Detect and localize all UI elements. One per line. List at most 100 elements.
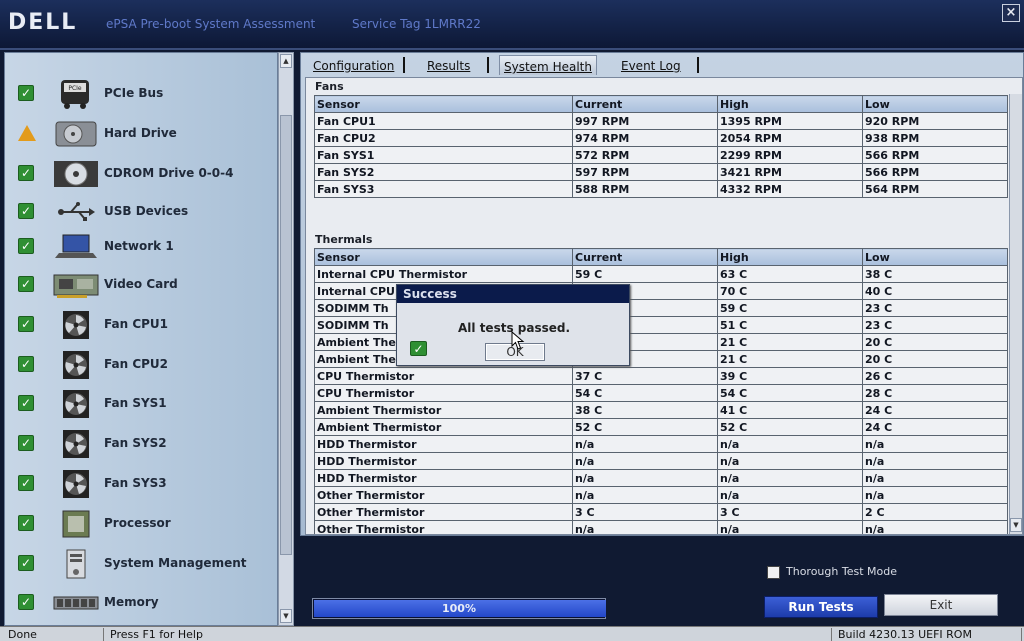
mouse-cursor-icon <box>511 331 525 350</box>
video-card-icon <box>53 269 99 301</box>
sidebar-item-system-management[interactable]: ✓ System Management <box>5 545 277 583</box>
table-cell: 63 C <box>717 265 863 283</box>
column-header[interactable]: High <box>717 248 863 266</box>
column-header[interactable]: Low <box>862 248 1008 266</box>
sidebar-item-label: Hard Drive <box>104 126 177 140</box>
table-cell: CPU Thermistor <box>314 384 573 402</box>
pass-check-icon: ✓ <box>18 515 34 531</box>
sidebar-item-label: Fan SYS3 <box>104 476 167 490</box>
table-row: CPU Thermistor 37 C 39 C 26 C <box>314 367 1008 385</box>
column-header[interactable]: Current <box>572 248 718 266</box>
close-button[interactable]: × <box>1002 4 1020 22</box>
table-cell: Internal CPU Thermistor <box>314 265 573 283</box>
scroll-up-arrow-icon[interactable]: ▲ <box>280 54 292 68</box>
sidebar-item-memory[interactable]: ✓ Memory <box>5 584 277 622</box>
table-cell: 3 C <box>717 503 863 521</box>
pass-check-icon: ✓ <box>18 238 34 254</box>
sidebar-item-processor[interactable]: ✓ Processor <box>5 505 277 543</box>
table-cell: CPU Thermistor <box>314 367 573 385</box>
column-header[interactable]: Current <box>572 95 718 113</box>
sidebar-item-label: Fan SYS2 <box>104 436 167 450</box>
fans-section-title: Fans <box>315 80 344 93</box>
table-cell: n/a <box>572 520 718 534</box>
sidebar-item-label: Fan CPU2 <box>104 357 169 371</box>
table-cell: 54 C <box>717 384 863 402</box>
table-cell: n/a <box>572 452 718 470</box>
sidebar-item-fan-sys2[interactable]: ✓ Fan SYS2 <box>5 425 277 463</box>
table-cell: Ambient Thermistor <box>314 418 573 436</box>
column-header[interactable]: Sensor <box>314 95 573 113</box>
sidebar-item-usb-devices[interactable]: ✓ USB Devices <box>5 193 277 231</box>
tab-event-log[interactable]: Event Log <box>617 55 685 75</box>
sidebar-item-fan-cpu2[interactable]: ✓ Fan CPU2 <box>5 346 277 384</box>
pass-check-icon: ✓ <box>18 276 34 292</box>
table-cell: 59 C <box>717 299 863 317</box>
tab-configuration[interactable]: Configuration <box>309 55 398 75</box>
table-cell: 3421 RPM <box>717 163 863 181</box>
hard-drive-icon <box>53 118 99 150</box>
epsa-window: DELL ePSA Pre-boot System Assessment Ser… <box>0 0 1024 641</box>
success-dialog: Success All tests passed. ✓ OK <box>396 284 630 366</box>
column-header[interactable]: High <box>717 95 863 113</box>
sidebar-item-fan-sys3[interactable]: ✓ Fan SYS3 <box>5 465 277 503</box>
table-row: Fan CPU1 997 RPM 1395 RPM 920 RPM <box>314 112 1008 130</box>
table-cell: n/a <box>862 520 1008 534</box>
table-cell: 41 C <box>717 401 863 419</box>
build-info: Build 4230.13 UEFI ROM <box>834 628 1022 641</box>
table-cell: HDD Thermistor <box>314 469 573 487</box>
table-row: Fan CPU2 974 RPM 2054 RPM 938 RPM <box>314 129 1008 147</box>
sidebar-item-label: Fan SYS1 <box>104 396 167 410</box>
content-scrollbar[interactable]: ▼ <box>1009 94 1022 534</box>
table-cell: n/a <box>862 469 1008 487</box>
column-header[interactable]: Sensor <box>314 248 573 266</box>
table-cell: 21 C <box>717 333 863 351</box>
sidebar-item-cdrom-drive-0-0-4[interactable]: ✓ CDROM Drive 0-0-4 <box>5 155 277 193</box>
sidebar-item-hard-drive[interactable]: Hard Drive <box>5 115 277 153</box>
sidebar-item-label: PCIe Bus <box>104 86 164 100</box>
exit-button[interactable]: Exit <box>884 594 998 616</box>
table-cell: 28 C <box>862 384 1008 402</box>
table-cell: 59 C <box>572 265 718 283</box>
memory-module-icon <box>53 587 99 619</box>
device-list[interactable]: ✓ PCIe PCIe Bus Hard Drive ✓ CDROM Drive 0-0-… <box>4 52 278 626</box>
table-cell: 38 C <box>862 265 1008 283</box>
table-cell: n/a <box>572 486 718 504</box>
sidebar-item-network-1[interactable]: ✓ Network 1 <box>5 228 277 266</box>
sidebar-item-label: CDROM Drive 0-0-4 <box>104 166 234 180</box>
sidebar-item-label: Network 1 <box>104 239 174 253</box>
sidebar-scrollbar[interactable]: ▲ ▼ <box>278 52 294 626</box>
sidebar-item-label: Memory <box>104 595 159 609</box>
table-cell: n/a <box>862 486 1008 504</box>
table-cell: Fan CPU2 <box>314 129 573 147</box>
sidebar-item-pcie-bus[interactable]: ✓ PCIe PCIe Bus <box>5 75 277 113</box>
tab-system-health[interactable]: System Health <box>499 55 597 75</box>
table-row: Ambient Thermistor 38 C 41 C 24 C <box>314 401 1008 419</box>
tab-results[interactable]: Results <box>423 55 474 75</box>
table-cell: 52 C <box>717 418 863 436</box>
table-row: Ambient Thermistor 52 C 52 C 24 C <box>314 418 1008 436</box>
table-cell: 4332 RPM <box>717 180 863 198</box>
pass-check-icon: ✓ <box>18 203 34 219</box>
sidebar-item-fan-sys1[interactable]: ✓ Fan SYS1 <box>5 385 277 423</box>
pass-check-icon: ✓ <box>18 165 34 181</box>
scroll-down-arrow-icon[interactable]: ▼ <box>1010 518 1022 532</box>
app-title: ePSA Pre-boot System Assessment <box>106 17 316 31</box>
table-cell: 37 C <box>572 367 718 385</box>
pass-check-icon: ✓ <box>18 316 34 332</box>
table-cell: n/a <box>572 469 718 487</box>
sidebar-item-video-card[interactable]: ✓ Video Card <box>5 266 277 304</box>
close-icon: × <box>1005 5 1017 20</box>
pass-check-icon: ✓ <box>18 475 34 491</box>
pass-check-icon: ✓ <box>18 395 34 411</box>
table-cell: 54 C <box>572 384 718 402</box>
table-cell: 588 RPM <box>572 180 718 198</box>
thorough-test-mode-checkbox[interactable] <box>767 566 780 579</box>
scroll-down-arrow-icon[interactable]: ▼ <box>280 609 292 623</box>
column-header[interactable]: Low <box>862 95 1008 113</box>
table-cell: 24 C <box>862 401 1008 419</box>
scrollbar-thumb[interactable] <box>280 115 292 555</box>
table-cell: 920 RPM <box>862 112 1008 130</box>
run-tests-button[interactable]: Run Tests <box>764 596 878 618</box>
sidebar-item-fan-cpu1[interactable]: ✓ Fan CPU1 <box>5 306 277 344</box>
table-cell: n/a <box>717 486 863 504</box>
